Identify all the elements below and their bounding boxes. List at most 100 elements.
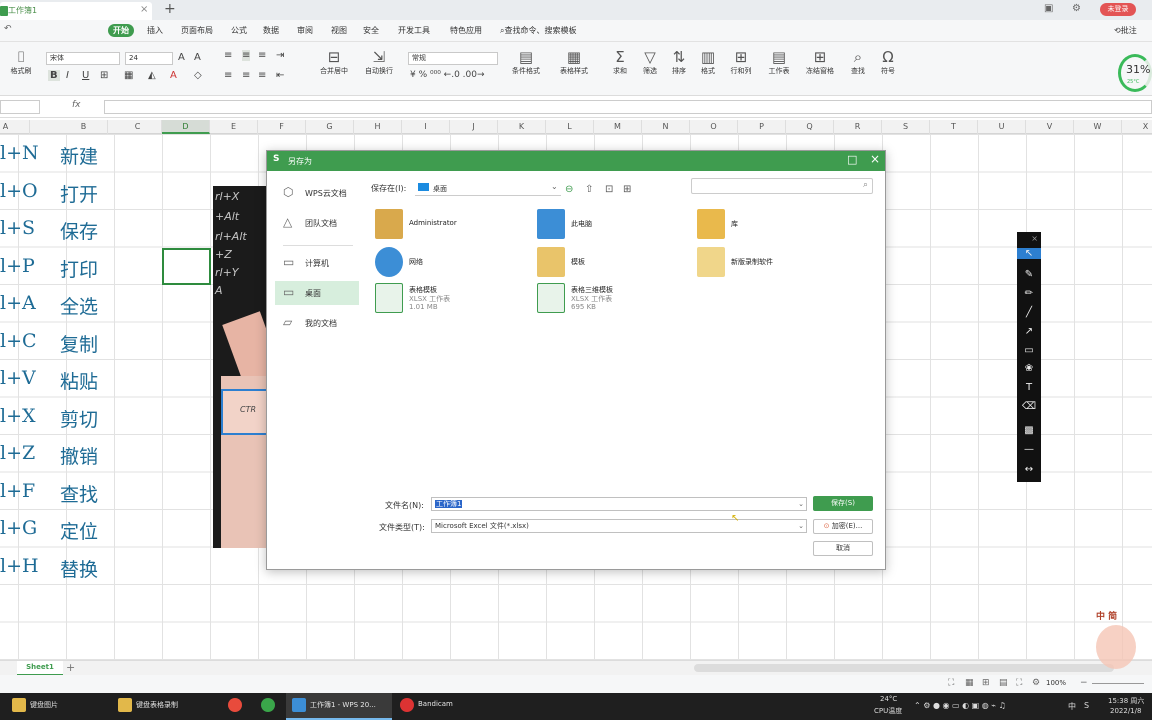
cell-shortcut[interactable]: l+H <box>0 555 39 577</box>
freeze-button[interactable]: ⊞ 冻结窗格 <box>802 48 838 76</box>
menu-view[interactable]: 视图 <box>326 24 352 37</box>
normal-view-icon[interactable]: ▦ <box>965 678 974 688</box>
align-left-icon[interactable]: ≡ <box>224 70 232 81</box>
column-r[interactable]: R <box>834 120 882 134</box>
cell-shortcut[interactable]: l+C <box>0 330 37 352</box>
filter-button[interactable]: ▽ 筛选 <box>638 48 662 76</box>
name-box[interactable] <box>0 100 40 114</box>
cell-action[interactable]: 打开 <box>60 180 98 207</box>
new-tab-icon[interactable]: + <box>164 1 176 17</box>
encrypt-button[interactable]: ⊙ 加密(E)... <box>813 519 873 534</box>
horizontal-scrollbar[interactable] <box>694 664 1114 672</box>
align-center-icon[interactable]: ≡ <box>242 70 250 81</box>
cell-action[interactable]: 保存 <box>60 217 98 244</box>
save-in-select[interactable]: 桌面 ⌄ <box>415 180 561 196</box>
increase-font-icon[interactable]: A <box>178 52 185 63</box>
font-name-select[interactable]: 宋体 <box>46 52 120 65</box>
cell-shortcut[interactable]: l+S <box>0 217 35 239</box>
file-item-library[interactable]: 库 <box>697 209 857 243</box>
text-icon[interactable]: T <box>1017 382 1041 393</box>
formula-input[interactable] <box>104 100 1152 114</box>
performance-gauge[interactable]: 31% 25°C <box>1118 54 1152 92</box>
file-item-recorder-folder[interactable]: 新版录制软件 <box>697 247 857 281</box>
bold-icon[interactable]: B <box>48 70 60 81</box>
font-color-icon[interactable]: A <box>170 70 177 81</box>
cell-action[interactable]: 查找 <box>60 480 98 507</box>
document-tab[interactable]: 工作簿1 × <box>0 2 152 20</box>
sidebar-item-computer[interactable]: ▭ 计算机 <box>275 251 359 275</box>
row-col-button[interactable]: ⊞ 行和列 <box>726 48 756 76</box>
line-icon[interactable]: ╱ <box>1017 307 1041 318</box>
sidebar-item-my-documents[interactable]: ▱ 我的文档 <box>275 311 359 335</box>
wps-tray-icon[interactable]: S <box>1084 701 1089 710</box>
cell-shortcut[interactable]: l+Z <box>0 442 35 464</box>
dialog-search-input[interactable]: ⌕ <box>691 178 873 194</box>
column-i[interactable]: I <box>402 120 450 134</box>
align-top-icon[interactable]: ≡ <box>224 50 232 61</box>
wrap-text-button[interactable]: ⇲ 自动换行 <box>360 48 398 76</box>
font-size-select[interactable]: 24 <box>125 52 173 65</box>
file-item-templates[interactable]: 模板 <box>537 247 697 281</box>
menu-home[interactable]: 开始 <box>108 24 134 37</box>
fullscreen-icon[interactable]: ⛶ <box>1016 678 1022 688</box>
record-icon[interactable] <box>400 698 414 712</box>
dialog-title-bar[interactable]: S 另存为 □ × <box>267 151 885 171</box>
outdent-icon[interactable]: ⇤ <box>276 70 284 81</box>
pencil-icon[interactable]: ✎ <box>1017 269 1041 280</box>
sidebar-item-desktop[interactable]: ▭ 桌面 <box>275 281 359 305</box>
new-folder-icon[interactable]: ⊡ <box>605 184 613 195</box>
cell-action[interactable]: 定位 <box>60 517 98 544</box>
zoom-level[interactable]: 100% <box>1046 679 1066 687</box>
up-folder-icon[interactable]: ⇧ <box>585 184 593 195</box>
folder-icon[interactable] <box>118 698 132 712</box>
column-n[interactable]: N <box>642 120 690 134</box>
sum-button[interactable]: Σ 求和 <box>608 48 632 76</box>
column-l[interactable]: L <box>546 120 594 134</box>
browser-icon[interactable] <box>261 698 275 712</box>
cell-shortcut[interactable]: l+P <box>0 255 35 277</box>
column-e[interactable]: E <box>210 120 258 134</box>
file-item-network[interactable]: 网络 <box>375 247 535 281</box>
menu-insert[interactable]: 插入 <box>142 24 168 37</box>
zoom-out-icon[interactable]: − <box>1080 678 1088 688</box>
close-icon[interactable]: × <box>870 152 880 166</box>
column-f[interactable]: F <box>258 120 306 134</box>
settings-icon[interactable]: ⚙ <box>1072 3 1081 14</box>
line-width-icon[interactable]: — <box>1017 444 1041 455</box>
column-q[interactable]: Q <box>786 120 834 134</box>
page-layout-icon[interactable]: ⊞ <box>982 678 990 688</box>
filename-input[interactable]: 工作簿1 ⌄ <box>431 497 807 511</box>
selected-cell[interactable] <box>162 248 211 285</box>
command-search[interactable]: ⌕查找命令、搜索模板 <box>500 25 576 36</box>
indent-icon[interactable]: ⇥ <box>276 50 284 61</box>
file-item-administrator[interactable]: Administrator <box>375 209 535 243</box>
color-icon[interactable]: ▩ <box>1017 425 1041 436</box>
file-item-table-template[interactable]: 表格模板 XLSX 工作表 1.01 MB <box>375 283 535 317</box>
fx-icon[interactable]: fx <box>72 100 81 110</box>
column-d[interactable]: D <box>162 120 210 134</box>
currency-icon[interactable]: ¥ % ⁰⁰⁰ ←.0 .00→ <box>410 70 485 80</box>
cell-action[interactable]: 粘贴 <box>60 367 98 394</box>
maximize-icon[interactable]: □ <box>847 153 857 166</box>
column-h[interactable]: H <box>354 120 402 134</box>
cell-shortcut[interactable]: l+V <box>0 367 36 389</box>
add-sheet-icon[interactable]: + <box>66 661 75 674</box>
menu-review[interactable]: 审阅 <box>292 24 318 37</box>
cell-action[interactable]: 新建 <box>60 142 98 169</box>
column-w[interactable]: W <box>1074 120 1122 134</box>
bucket-icon[interactable]: ◭ <box>148 70 156 81</box>
align-middle-icon[interactable]: ≡ <box>242 50 251 61</box>
cell-shortcut[interactable]: l+A <box>0 292 36 314</box>
column-g[interactable]: G <box>306 120 354 134</box>
taskbar-item-wps[interactable]: 工作簿1 - WPS 20... <box>310 700 376 710</box>
italic-icon[interactable]: I <box>66 70 69 81</box>
fill-color-icon[interactable]: ▦ <box>124 70 133 81</box>
sidebar-item-wps-cloud[interactable]: ⬡ WPS云文档 <box>275 181 359 205</box>
annotate-button[interactable]: ⟲批注 <box>1114 25 1137 36</box>
cell-shortcut[interactable]: l+O <box>0 180 38 202</box>
file-item-this-pc[interactable]: 此电脑 <box>537 209 697 243</box>
close-tab-icon[interactable]: × <box>140 4 148 15</box>
clear-format-icon[interactable]: ◇ <box>194 70 202 81</box>
border-icon[interactable]: ⊞ <box>100 70 108 81</box>
cell-shortcut[interactable]: l+F <box>0 480 35 502</box>
